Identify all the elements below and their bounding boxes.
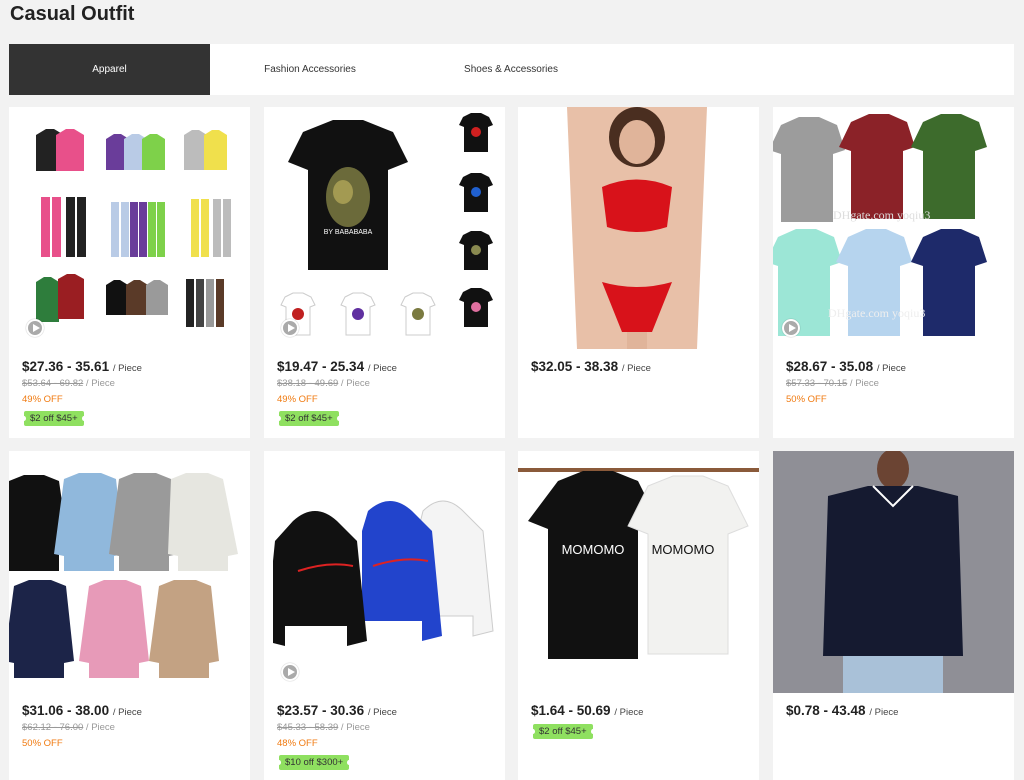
video-play-icon[interactable] [26, 319, 44, 337]
original-price: $45.33 - 58.39 / Piece [277, 722, 370, 733]
product-image[interactable]: MOMOMO MOMOMO [518, 451, 759, 693]
product-card[interactable]: MOMOMO MOMOMO $1.64 - 50.69 / Piece $2 o… [518, 451, 759, 780]
coupon-badge[interactable]: $2 off $45+ [22, 411, 86, 426]
original-price: $53.64 - 69.82 / Piece [22, 378, 115, 389]
video-play-icon[interactable] [281, 319, 299, 337]
product-image-text: BY BABABABA [324, 229, 373, 236]
price: $19.47 - 25.34 / Piece [277, 359, 397, 374]
discount-label: 49% OFF [22, 394, 63, 405]
product-image[interactable] [527, 107, 750, 349]
product-card[interactable]: $27.36 - 35.61 / Piece $53.64 - 69.82 / … [9, 107, 250, 438]
original-price: $38.18 - 49.69 / Piece [277, 378, 370, 389]
tab-shoes-accessories[interactable]: Shoes & Accessories [437, 44, 585, 95]
original-price: $62.12 - 76.00 / Piece [22, 722, 115, 733]
product-image[interactable] [773, 451, 1014, 693]
coupon-badge[interactable]: $10 off $300+ [276, 755, 352, 770]
category-tabs: Apparel Fashion Accessories Shoes & Acce… [9, 44, 1014, 95]
product-card[interactable]: $23.57 - 30.36 / Piece $45.33 - 58.39 / … [264, 451, 505, 780]
product-image[interactable] [9, 451, 250, 693]
tab-fashion-accessories[interactable]: Fashion Accessories [229, 44, 391, 95]
coupon-badge[interactable]: $2 off $45+ [277, 411, 341, 426]
product-image[interactable]: BY BABABABA [273, 107, 496, 349]
price: $31.06 - 38.00 / Piece [22, 703, 142, 718]
discount-label: 48% OFF [277, 738, 318, 749]
product-image[interactable] [18, 107, 241, 349]
discount-label: 50% OFF [786, 394, 827, 405]
coupon-badge[interactable]: $2 off $45+ [531, 724, 595, 739]
video-play-icon[interactable] [281, 663, 299, 681]
discount-label: 50% OFF [22, 738, 63, 749]
video-play-icon[interactable] [782, 319, 800, 337]
original-price: $57.33 - 70.15 / Piece [786, 378, 879, 389]
price: $32.05 - 38.38 / Piece [531, 359, 651, 374]
price: $0.78 - 43.48 / Piece [786, 703, 899, 718]
watermark-text: DHgate.com yoqiu3 [833, 208, 930, 222]
product-card[interactable]: $0.78 - 43.48 / Piece [773, 451, 1014, 780]
product-image-text: MOMOMO [652, 542, 715, 557]
product-image-text: MOMOMO [562, 542, 625, 557]
watermark-text: DHgate.com yoqiu3 [828, 306, 925, 320]
product-card[interactable]: $32.05 - 38.38 / Piece [518, 107, 759, 438]
price: $27.36 - 35.61 / Piece [22, 359, 142, 374]
product-image[interactable] [273, 451, 496, 693]
product-image[interactable]: DHgate.com yoqiu3 DHgate.com yoqiu3 [773, 107, 1014, 349]
product-card[interactable]: BY BABABABA $19.47 - 25.34 / Piece $38.1… [264, 107, 505, 438]
price: $28.67 - 35.08 / Piece [786, 359, 906, 374]
product-card[interactable]: $31.06 - 38.00 / Piece $62.12 - 76.00 / … [9, 451, 250, 780]
product-card[interactable]: DHgate.com yoqiu3 DHgate.com yoqiu3 $28.… [773, 107, 1014, 438]
tab-apparel[interactable]: Apparel [9, 44, 210, 95]
price: $1.64 - 50.69 / Piece [531, 703, 644, 718]
discount-label: 49% OFF [277, 394, 318, 405]
page-title: Casual Outfit [10, 3, 135, 25]
price: $23.57 - 30.36 / Piece [277, 703, 397, 718]
